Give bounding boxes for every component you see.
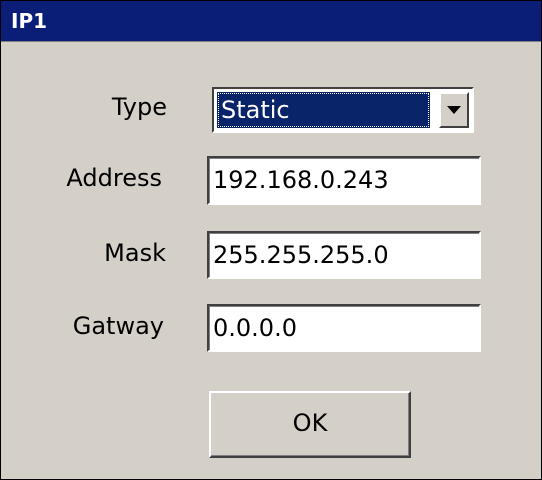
ok-button[interactable]: OK [209,391,411,458]
address-label: Address [66,164,162,192]
gatway-field[interactable]: 0.0.0.0 [207,304,481,352]
address-field[interactable]: 192.168.0.243 [207,156,481,205]
type-dropdown-value[interactable]: Static [217,92,430,128]
chevron-down-icon [447,106,461,114]
type-dropdown-button[interactable] [439,92,469,128]
gatway-label: Gatway [72,312,164,340]
mask-label: Mask [104,239,166,267]
ip-settings-dialog: IP1 Type Static Address 192.168.0.243 Ma… [0,0,542,480]
type-dropdown[interactable]: Static [212,87,474,133]
mask-field[interactable]: 255.255.255.0 [207,231,481,279]
title-bar[interactable]: IP1 [1,1,541,41]
window-title: IP1 [11,9,48,33]
title-divider [1,41,541,42]
type-label: Type [111,93,167,121]
